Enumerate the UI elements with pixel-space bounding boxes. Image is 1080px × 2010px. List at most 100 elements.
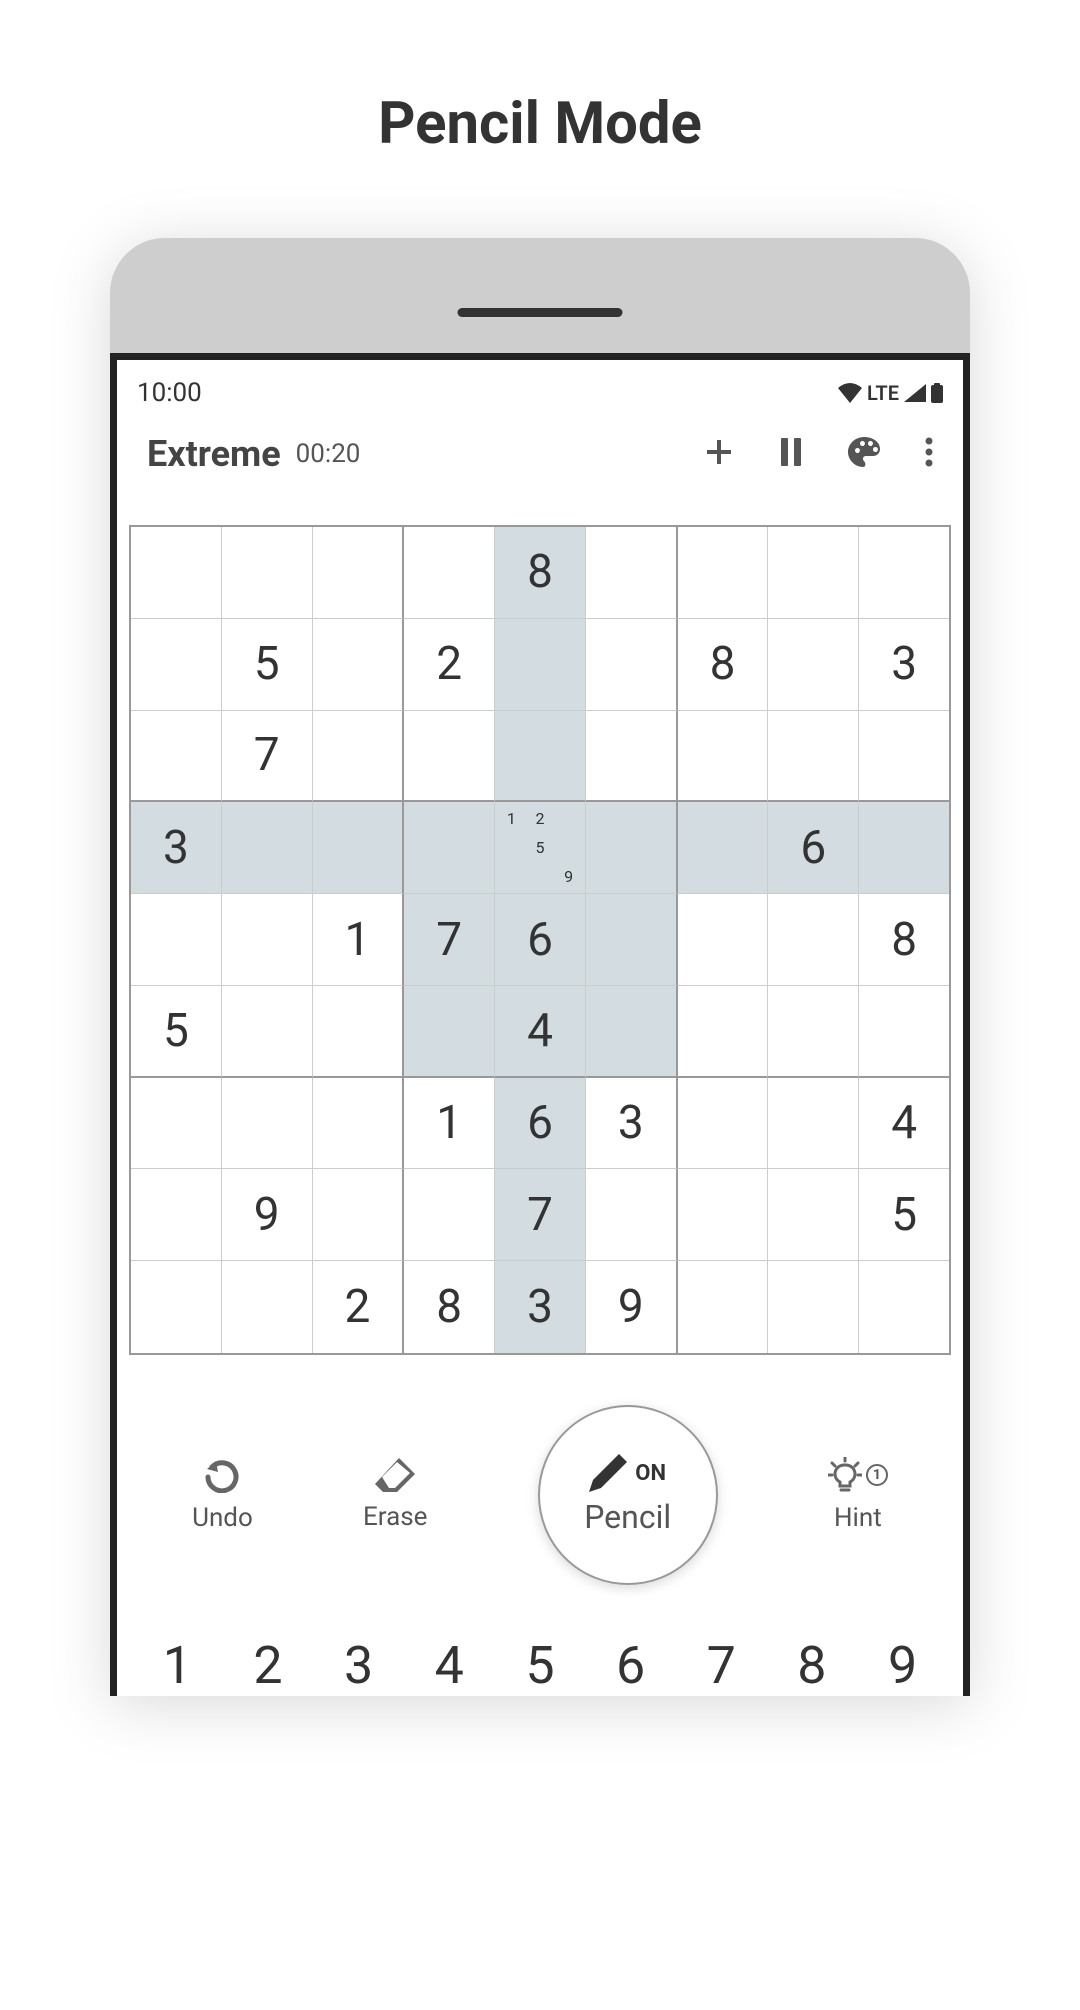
sudoku-cell[interactable]	[768, 1169, 859, 1261]
sudoku-cell[interactable]: 5	[859, 1169, 949, 1261]
sudoku-cell[interactable]: 1	[313, 894, 405, 986]
sudoku-cell[interactable]	[586, 802, 678, 894]
sudoku-cell[interactable]	[586, 986, 678, 1078]
sudoku-cell[interactable]	[678, 1169, 769, 1261]
sudoku-cell[interactable]	[313, 619, 405, 711]
pause-button[interactable]	[779, 438, 803, 470]
sudoku-cell[interactable]: 3	[586, 1078, 678, 1170]
sudoku-cell[interactable]	[859, 1261, 949, 1353]
sudoku-cell[interactable]	[678, 802, 769, 894]
more-vertical-icon	[925, 437, 933, 467]
sudoku-cell[interactable]	[586, 1169, 678, 1261]
sudoku-cell[interactable]: 1	[404, 1078, 495, 1170]
sudoku-cell[interactable]: 2	[404, 619, 495, 711]
sudoku-cell[interactable]	[313, 711, 405, 803]
sudoku-cell[interactable]: 9	[222, 1169, 313, 1261]
sudoku-cell[interactable]	[131, 1078, 222, 1170]
sudoku-cell[interactable]	[495, 711, 586, 803]
battery-icon	[931, 383, 943, 403]
more-button[interactable]	[925, 437, 933, 471]
sudoku-cell[interactable]	[586, 894, 678, 986]
sudoku-cell[interactable]	[678, 894, 769, 986]
sudoku-cell[interactable]	[131, 527, 222, 619]
sudoku-cell[interactable]	[678, 1078, 769, 1170]
numpad-4[interactable]: 4	[414, 1635, 484, 1696]
sudoku-cell[interactable]: 4	[859, 1078, 949, 1170]
numpad-2[interactable]: 2	[233, 1635, 303, 1696]
sudoku-cell[interactable]: 3	[859, 619, 949, 711]
sudoku-cell[interactable]: 7	[404, 894, 495, 986]
sudoku-cell[interactable]: 8	[495, 527, 586, 619]
sudoku-cell[interactable]	[678, 527, 769, 619]
numpad-3[interactable]: 3	[324, 1635, 394, 1696]
sudoku-cell[interactable]	[768, 986, 859, 1078]
sudoku-cell[interactable]	[404, 527, 495, 619]
theme-button[interactable]	[848, 437, 880, 471]
sudoku-cell[interactable]	[313, 986, 405, 1078]
sudoku-cell[interactable]: 5	[131, 986, 222, 1078]
sudoku-cell[interactable]	[404, 711, 495, 803]
sudoku-cell[interactable]	[313, 802, 405, 894]
sudoku-cell[interactable]	[313, 1078, 405, 1170]
sudoku-cell[interactable]	[131, 619, 222, 711]
hint-button[interactable]: 1 Hint	[828, 1457, 888, 1533]
numpad-8[interactable]: 8	[777, 1635, 847, 1696]
sudoku-cell[interactable]	[768, 1261, 859, 1353]
sudoku-cell[interactable]	[859, 527, 949, 619]
sudoku-cell[interactable]	[859, 711, 949, 803]
sudoku-cell[interactable]: 3	[495, 1261, 586, 1353]
sudoku-cell[interactable]: 2	[313, 1261, 405, 1353]
sudoku-cell[interactable]: 4	[495, 986, 586, 1078]
sudoku-cell[interactable]	[859, 986, 949, 1078]
numpad-6[interactable]: 6	[596, 1635, 666, 1696]
sudoku-cell[interactable]	[768, 527, 859, 619]
sudoku-cell[interactable]	[586, 619, 678, 711]
sudoku-cell[interactable]: 3	[131, 802, 222, 894]
sudoku-cell[interactable]: 6	[495, 1078, 586, 1170]
sudoku-cell[interactable]	[222, 1261, 313, 1353]
sudoku-cell[interactable]: 8	[678, 619, 769, 711]
sudoku-cell[interactable]	[131, 1169, 222, 1261]
numpad-7[interactable]: 7	[686, 1635, 756, 1696]
sudoku-cell[interactable]	[313, 1169, 405, 1261]
pencil-toggle-button[interactable]: ON Pencil	[538, 1405, 718, 1585]
sudoku-cell[interactable]	[222, 802, 313, 894]
sudoku-cell[interactable]	[222, 1078, 313, 1170]
sudoku-cell[interactable]: 7	[495, 1169, 586, 1261]
sudoku-cell[interactable]: 9	[586, 1261, 678, 1353]
numpad-5[interactable]: 5	[505, 1635, 575, 1696]
sudoku-cell[interactable]	[495, 619, 586, 711]
sudoku-cell[interactable]	[222, 894, 313, 986]
sudoku-cell[interactable]	[131, 711, 222, 803]
sudoku-cell[interactable]: 7	[222, 711, 313, 803]
sudoku-cell[interactable]: 8	[404, 1261, 495, 1353]
sudoku-cell[interactable]	[222, 527, 313, 619]
add-button[interactable]	[704, 437, 734, 471]
sudoku-cell[interactable]	[768, 1078, 859, 1170]
numpad-1[interactable]: 1	[142, 1635, 212, 1696]
sudoku-cell[interactable]	[768, 894, 859, 986]
sudoku-cell[interactable]: 1259	[495, 802, 586, 894]
numpad-9[interactable]: 9	[868, 1635, 938, 1696]
undo-button[interactable]: Undo	[192, 1457, 253, 1533]
sudoku-cell[interactable]: 6	[495, 894, 586, 986]
sudoku-cell[interactable]	[678, 711, 769, 803]
sudoku-cell[interactable]	[313, 527, 405, 619]
sudoku-cell[interactable]	[404, 986, 495, 1078]
sudoku-cell[interactable]	[586, 711, 678, 803]
erase-button[interactable]: Erase	[363, 1458, 427, 1532]
sudoku-cell[interactable]: 8	[859, 894, 949, 986]
sudoku-cell[interactable]: 5	[222, 619, 313, 711]
sudoku-cell[interactable]	[768, 619, 859, 711]
sudoku-cell[interactable]	[586, 527, 678, 619]
sudoku-cell[interactable]	[131, 1261, 222, 1353]
sudoku-cell[interactable]	[404, 802, 495, 894]
sudoku-cell[interactable]	[131, 894, 222, 986]
sudoku-cell[interactable]: 6	[768, 802, 859, 894]
sudoku-cell[interactable]	[768, 711, 859, 803]
sudoku-cell[interactable]	[678, 1261, 769, 1353]
sudoku-cell[interactable]	[222, 986, 313, 1078]
sudoku-cell[interactable]	[859, 802, 949, 894]
sudoku-cell[interactable]	[678, 986, 769, 1078]
sudoku-cell[interactable]	[404, 1169, 495, 1261]
